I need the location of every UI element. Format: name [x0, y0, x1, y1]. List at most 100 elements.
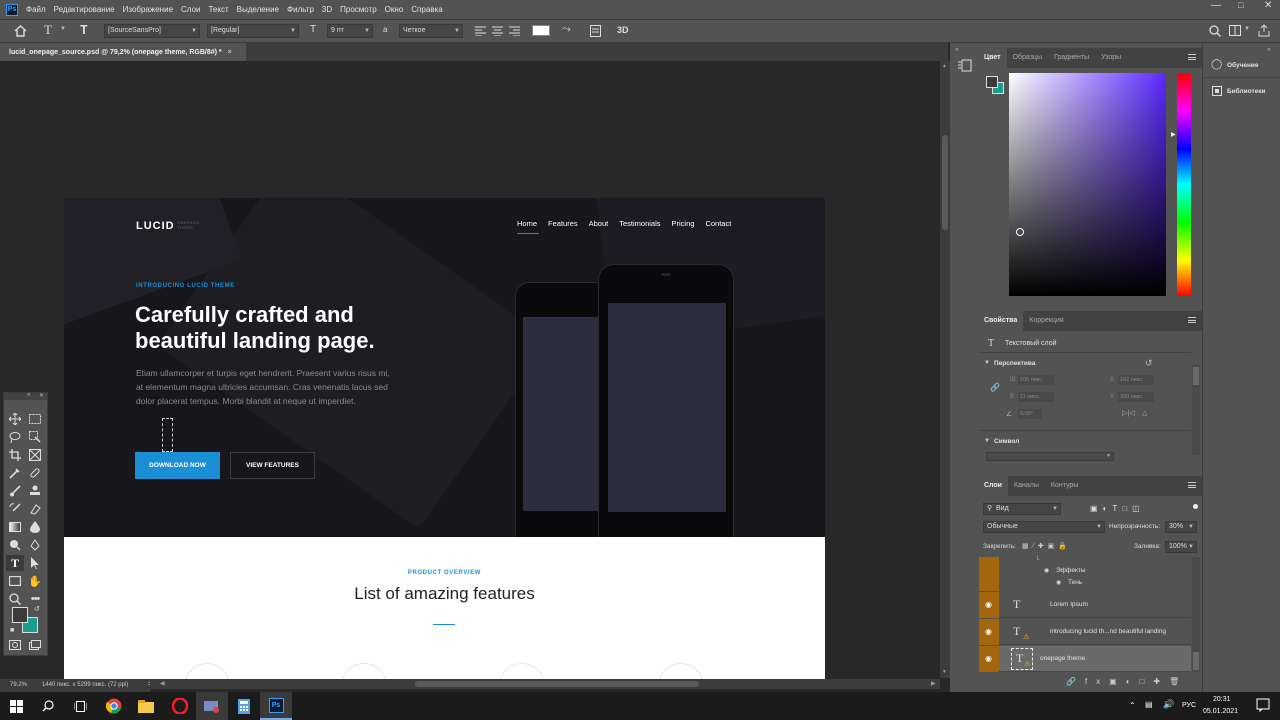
libraries-panel-button[interactable]: Библиотеки [1227, 88, 1266, 95]
zoom-tool-icon[interactable] [6, 591, 24, 607]
font-style-select[interactable]: [Regular] ▼ [207, 24, 299, 38]
collapse-icon[interactable]: « [27, 392, 30, 398]
lightbulb-icon[interactable]: ◯ [1211, 59, 1222, 70]
opera-icon[interactable] [164, 692, 196, 720]
type-tool-preset-icon[interactable]: T [44, 22, 52, 38]
tab-gradients[interactable]: Градиенты [1048, 48, 1095, 68]
font-family-select[interactable]: [SourceSansPro] ▼ [104, 24, 200, 38]
x-field[interactable]: 162 пикс. [1118, 375, 1154, 385]
lock-icons[interactable]: ▦∕✚▣🔒 [1022, 542, 1071, 550]
lasso-tool-icon[interactable] [6, 429, 24, 445]
layer-filter-icons[interactable]: ▣◐T□◫ [1090, 504, 1145, 513]
calculator-icon[interactable] [228, 692, 260, 720]
history-panel-icon[interactable] [958, 58, 972, 72]
chevron-down-icon[interactable]: ▼ [984, 438, 990, 444]
scroll-right-icon[interactable]: ▶ [931, 680, 936, 687]
learn-panel-button[interactable]: Обучение [1227, 62, 1259, 69]
scroll-up-icon[interactable]: ▲ [942, 63, 947, 69]
hue-slider-handle[interactable]: ▶ [1171, 131, 1176, 138]
menu-help[interactable]: Справка [411, 5, 442, 14]
home-icon[interactable] [14, 25, 27, 37]
eye-icon[interactable]: ◉ [1044, 567, 1049, 574]
brush-tool-icon[interactable] [6, 483, 24, 499]
chevron-down-icon[interactable]: ▼ [1244, 26, 1250, 32]
color-picker-field[interactable] [1009, 73, 1166, 296]
layer-row-selected[interactable]: ◉ T ⚠ onepage theme [979, 646, 1191, 672]
photoshop-taskbar-icon[interactable]: Ps [260, 692, 292, 720]
frame-tool-icon[interactable] [26, 447, 44, 463]
rectangle-tool-icon[interactable] [6, 573, 24, 589]
share-icon[interactable] [1258, 24, 1270, 37]
pen-tool-icon[interactable] [26, 537, 44, 553]
tab-swatches[interactable]: Образцы [1007, 48, 1048, 68]
eyedropper-tool-icon[interactable] [6, 465, 24, 481]
flip-horizontal-icon[interactable]: ▷|◁ [1122, 409, 1135, 417]
eraser-tool-icon[interactable] [26, 501, 44, 517]
tab-channels[interactable]: Каналы [1008, 476, 1045, 496]
tab-patterns[interactable]: Узоры [1095, 48, 1127, 68]
layer-row[interactable]: ◉ T Lorem Ipsum [979, 592, 1191, 618]
maximize-icon[interactable]: □ [1238, 0, 1243, 10]
blend-mode-select[interactable]: Обычные ▼ [983, 521, 1105, 533]
marquee-tool-icon[interactable] [26, 411, 44, 427]
tab-paths[interactable]: Контуры [1045, 476, 1084, 496]
search-icon[interactable] [32, 692, 64, 720]
clock-date[interactable]: 05.01.2021 [1203, 708, 1238, 715]
gradient-tool-icon[interactable] [6, 519, 24, 535]
character-section-title[interactable]: Символ [994, 438, 1019, 445]
tab-layers[interactable]: Слои [978, 476, 1008, 496]
tab-color[interactable]: Цвет [978, 48, 1007, 68]
eye-icon[interactable]: ◉ [1056, 579, 1061, 586]
menu-select[interactable]: Выделение [237, 5, 279, 14]
volume-icon[interactable]: 🔊 [1163, 699, 1174, 710]
chrome-icon[interactable] [98, 692, 130, 720]
menu-file[interactable]: Файл [26, 5, 46, 14]
align-center-icon[interactable] [492, 26, 503, 36]
menu-image[interactable]: Изображение [123, 5, 173, 14]
close-window-icon[interactable]: ✕ [1264, 0, 1272, 11]
clone-stamp-tool-icon[interactable] [26, 483, 44, 499]
menu-3d[interactable]: 3D [322, 5, 332, 14]
layer-visibility-cell[interactable] [979, 557, 999, 591]
screen-mode-icon[interactable] [26, 637, 44, 653]
zoom-level[interactable]: 79,2% [10, 682, 27, 688]
collapse-icon[interactable]: » [1267, 47, 1270, 53]
input-language[interactable]: РУС [1182, 702, 1196, 709]
filter-toggle-icon[interactable] [1193, 504, 1198, 509]
quick-mask-icon[interactable] [6, 637, 24, 653]
angle-field[interactable]: 0,00° [1018, 409, 1042, 419]
layer-row[interactable]: ◉ T ⚠ introducing lucid th...nd beautifu… [979, 619, 1191, 645]
width-field[interactable]: 105 пикс. [1018, 375, 1054, 385]
layers-scroll-thumb[interactable] [1193, 652, 1199, 670]
foreground-color-swatch[interactable] [12, 607, 28, 623]
history-brush-tool-icon[interactable] [6, 501, 24, 517]
3d-button[interactable]: 3D [617, 25, 629, 35]
hand-tool-icon[interactable]: ✋ [26, 573, 44, 589]
panel-menu-icon[interactable] [1188, 482, 1196, 488]
orientation-toggle-icon[interactable]: 𝐓 [80, 23, 88, 38]
chevron-down-icon[interactable]: ▼ [984, 360, 990, 366]
default-colors-icon[interactable]: ■ [10, 627, 14, 634]
fill-field[interactable]: 100% ▼ [1165, 541, 1197, 553]
file-explorer-icon[interactable] [130, 692, 162, 720]
task-view-icon[interactable] [64, 692, 96, 720]
scroll-down-icon[interactable]: ▼ [942, 669, 947, 675]
menu-layers[interactable]: Слои [181, 5, 200, 14]
layer-actions-bar[interactable]: 🔗fx▣◐□✚🗑 [1066, 677, 1188, 686]
align-right-icon[interactable] [509, 26, 520, 36]
clock-time[interactable]: 20:31 [1213, 696, 1231, 703]
properties-scroll-thumb[interactable] [1193, 367, 1199, 385]
text-color-swatch[interactable] [532, 25, 550, 36]
color-panel-foreground[interactable] [986, 76, 998, 88]
photoshop-app-icon[interactable]: Ps [6, 3, 18, 16]
flip-vertical-icon[interactable]: △ [1142, 409, 1147, 417]
panel-menu-icon[interactable] [1188, 317, 1196, 323]
crop-tool-icon[interactable] [6, 447, 24, 463]
close-tab-icon[interactable]: × [228, 49, 232, 56]
scroll-left-icon[interactable]: ◀ [160, 680, 165, 687]
document-tab[interactable]: lucid_onepage_source.psd @ 79,2% (onepag… [0, 43, 246, 61]
height-field[interactable]: 11 пикс. [1018, 392, 1054, 402]
layer-visibility-cell[interactable]: ◉ [979, 619, 999, 645]
color-picker-cursor[interactable] [1016, 228, 1024, 236]
transform-section-title[interactable]: Перспектива [994, 360, 1035, 367]
